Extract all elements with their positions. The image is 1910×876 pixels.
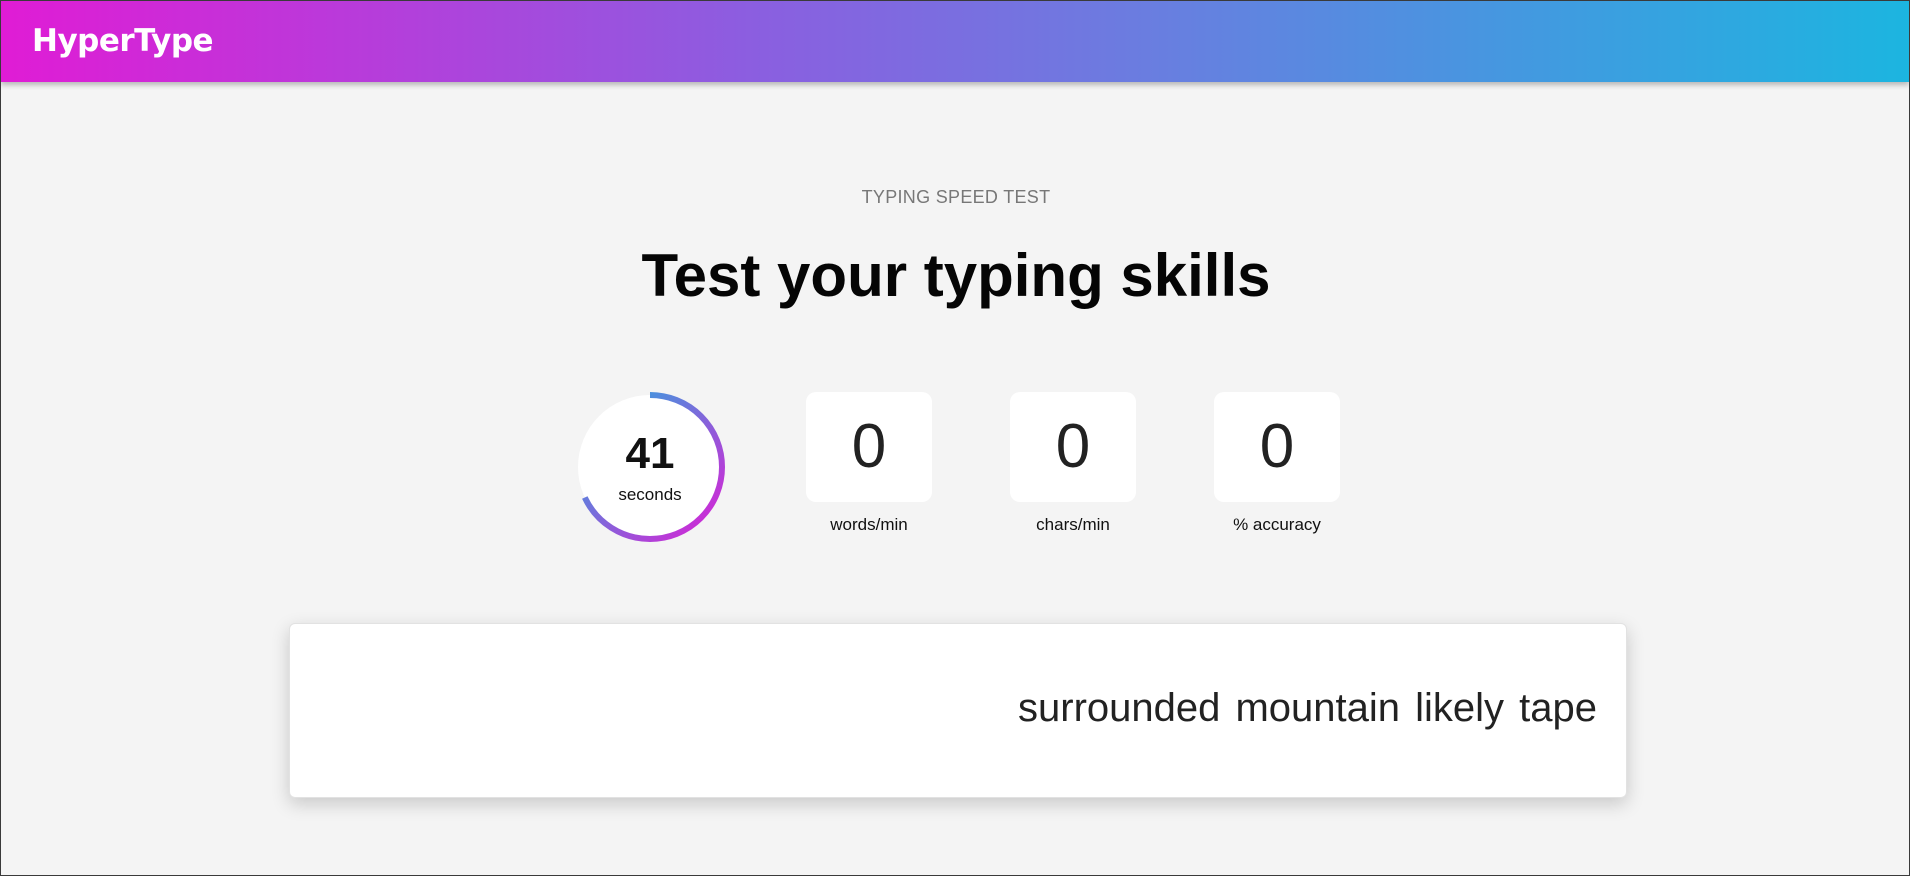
stat-chars-per-min: 0 chars/min bbox=[1010, 392, 1136, 535]
timer: 41 seconds bbox=[574, 391, 726, 543]
stat-accuracy: 0 % accuracy bbox=[1214, 392, 1340, 535]
stat-value: 0 bbox=[806, 392, 932, 502]
timer-seconds-label: seconds bbox=[618, 485, 682, 504]
typing-text: surrounded mountain likely tape bbox=[1018, 686, 1598, 730]
navbar: HyperType bbox=[1, 1, 1909, 82]
timer-seconds-value: 41 bbox=[625, 429, 675, 478]
logo[interactable]: HyperType bbox=[32, 23, 214, 59]
page-subtitle: TYPING SPEED TEST bbox=[861, 187, 1051, 207]
stat-value: 0 bbox=[1214, 392, 1340, 502]
stat-label: % accuracy bbox=[1233, 515, 1321, 534]
stat-value: 0 bbox=[1010, 392, 1136, 502]
stat-label: words/min bbox=[830, 515, 908, 534]
app-window: HyperType TYPING SPEED TEST Test your ty… bbox=[0, 0, 1910, 876]
typing-area[interactable]: surrounded mountain likely tape bbox=[289, 623, 1627, 798]
page-title: Test your typing skills bbox=[641, 242, 1271, 309]
stat-words-per-min: 0 words/min bbox=[806, 392, 932, 535]
stat-label: chars/min bbox=[1036, 515, 1110, 534]
